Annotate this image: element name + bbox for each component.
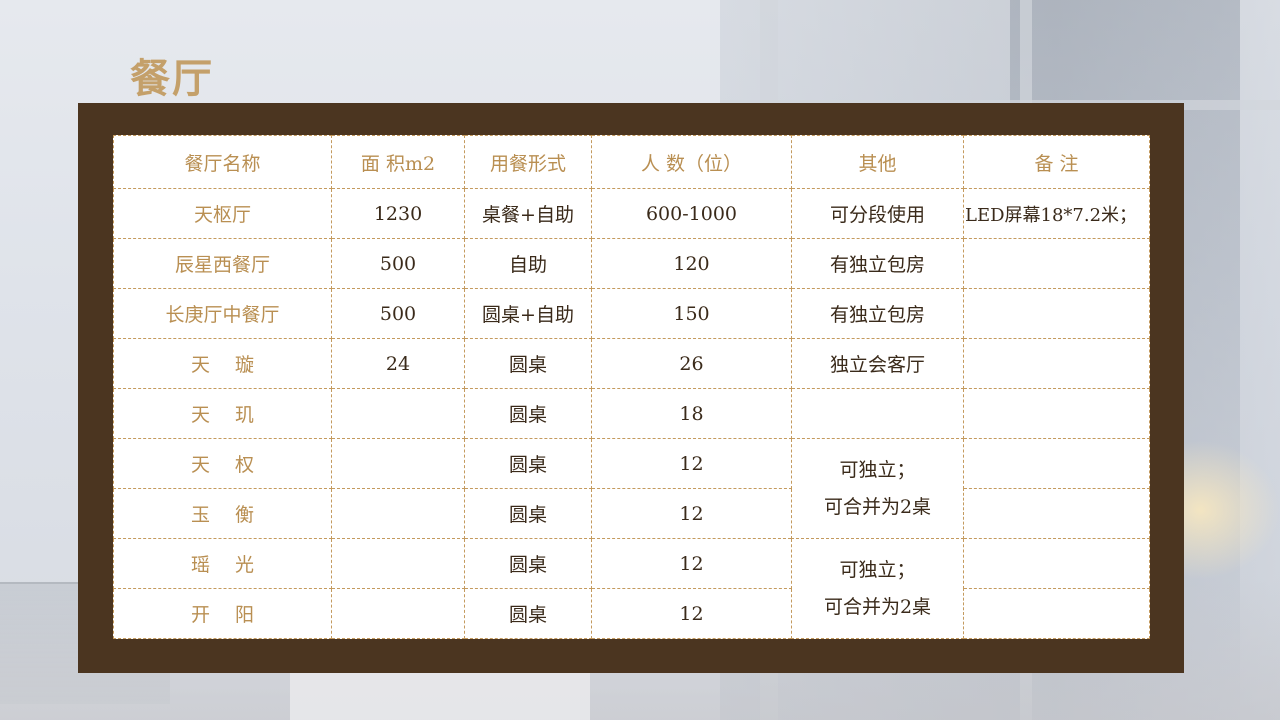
cell-style: 圆桌 [464, 538, 592, 589]
page-title: 餐厅 [130, 55, 214, 102]
cell-name: 开 阳 [113, 588, 332, 639]
cell-area [331, 488, 465, 539]
cell-name: 长庚厅中餐厅 [113, 288, 332, 339]
cell-area: 1230 [331, 188, 465, 239]
cell-note [963, 588, 1150, 639]
cell-other: 独立会客厅 [791, 338, 964, 389]
header-other: 其他 [791, 135, 964, 189]
cell-style: 圆桌 [464, 338, 592, 389]
cell-name: 天 玑 [113, 388, 332, 439]
cell-area [331, 538, 465, 589]
cell-area: 500 [331, 238, 465, 289]
table-row: 开 阳 圆桌 12 [113, 588, 1150, 639]
cell-people: 120 [591, 238, 792, 289]
cell-style: 桌餐+自助 [464, 188, 592, 239]
table-row: 天 玑 圆桌 18 [113, 388, 1150, 439]
cell-name: 天 权 [113, 438, 332, 489]
cell-style: 圆桌 [464, 438, 592, 489]
table-row: 玉 衡 圆桌 12 [113, 488, 1150, 539]
cell-other-merged: 可独立； 可合并为2桌 [791, 538, 964, 639]
merged-line-1: 可独立； [839, 558, 916, 581]
table-row: 天 权 圆桌 12 可独立； 可合并为2桌 [113, 438, 1150, 539]
background-chair [290, 672, 590, 720]
table-row: 瑶 光 圆桌 12 可独立； 可合并为2桌 [113, 538, 1150, 639]
cell-style: 圆桌 [464, 388, 592, 439]
header-area: 面 积m2 [331, 135, 465, 189]
cell-note [963, 538, 1150, 589]
cell-note: LED屏幕18*7.2米； [963, 188, 1150, 239]
cell-people: 12 [591, 588, 792, 639]
cell-name: 辰星西餐厅 [113, 238, 332, 289]
cell-other: 有独立包房 [791, 238, 964, 289]
cell-other: 可分段使用 [791, 188, 964, 239]
cell-note [963, 288, 1150, 339]
table-row: 天枢厅 1230 桌餐+自助 600-1000 可分段使用 LED屏幕18*7.… [113, 188, 1150, 239]
cell-people: 150 [591, 288, 792, 339]
cell-style: 自助 [464, 238, 592, 289]
merged-line-2: 可合并为2桌 [823, 495, 932, 518]
cell-people: 18 [591, 388, 792, 439]
table-row: 辰星西餐厅 500 自助 120 有独立包房 [113, 238, 1150, 289]
restaurant-table: 餐厅名称 面 积m2 用餐形式 人 数（位） 其他 备 注 天枢厅 1230 桌… [113, 135, 1150, 639]
table-row: 天 璇 24 圆桌 26 独立会客厅 [113, 338, 1150, 389]
cell-area [331, 438, 465, 489]
cell-style: 圆桌 [464, 588, 592, 639]
cell-style: 圆桌 [464, 488, 592, 539]
cell-name: 天 璇 [113, 338, 332, 389]
cell-name: 天枢厅 [113, 188, 332, 239]
cell-area [331, 588, 465, 639]
header-people: 人 数（位） [591, 135, 792, 189]
cell-note [963, 238, 1150, 289]
cell-area [331, 388, 465, 439]
cell-area: 500 [331, 288, 465, 339]
table-header-row: 餐厅名称 面 积m2 用餐形式 人 数（位） 其他 备 注 [113, 135, 1150, 189]
cell-people: 26 [591, 338, 792, 389]
cell-other: 有独立包房 [791, 288, 964, 339]
cell-style: 圆桌+自助 [464, 288, 592, 339]
cell-people: 12 [591, 438, 792, 489]
cell-note [963, 388, 1150, 439]
cell-people: 12 [591, 538, 792, 589]
header-note: 备 注 [963, 135, 1150, 189]
cell-area: 24 [331, 338, 465, 389]
merged-line-1: 可独立； [839, 458, 916, 481]
cell-other-merged: 可独立； 可合并为2桌 [791, 438, 964, 539]
merged-line-2: 可合并为2桌 [823, 595, 932, 618]
header-name: 餐厅名称 [113, 135, 332, 189]
cell-name: 瑶 光 [113, 538, 332, 589]
cell-note [963, 338, 1150, 389]
cell-name: 玉 衡 [113, 488, 332, 539]
cell-note [963, 488, 1150, 539]
header-style: 用餐形式 [464, 135, 592, 189]
cell-people: 600-1000 [591, 188, 792, 239]
table-row: 长庚厅中餐厅 500 圆桌+自助 150 有独立包房 [113, 288, 1150, 339]
cell-people: 12 [591, 488, 792, 539]
cell-note [963, 438, 1150, 489]
cell-other [791, 388, 964, 439]
